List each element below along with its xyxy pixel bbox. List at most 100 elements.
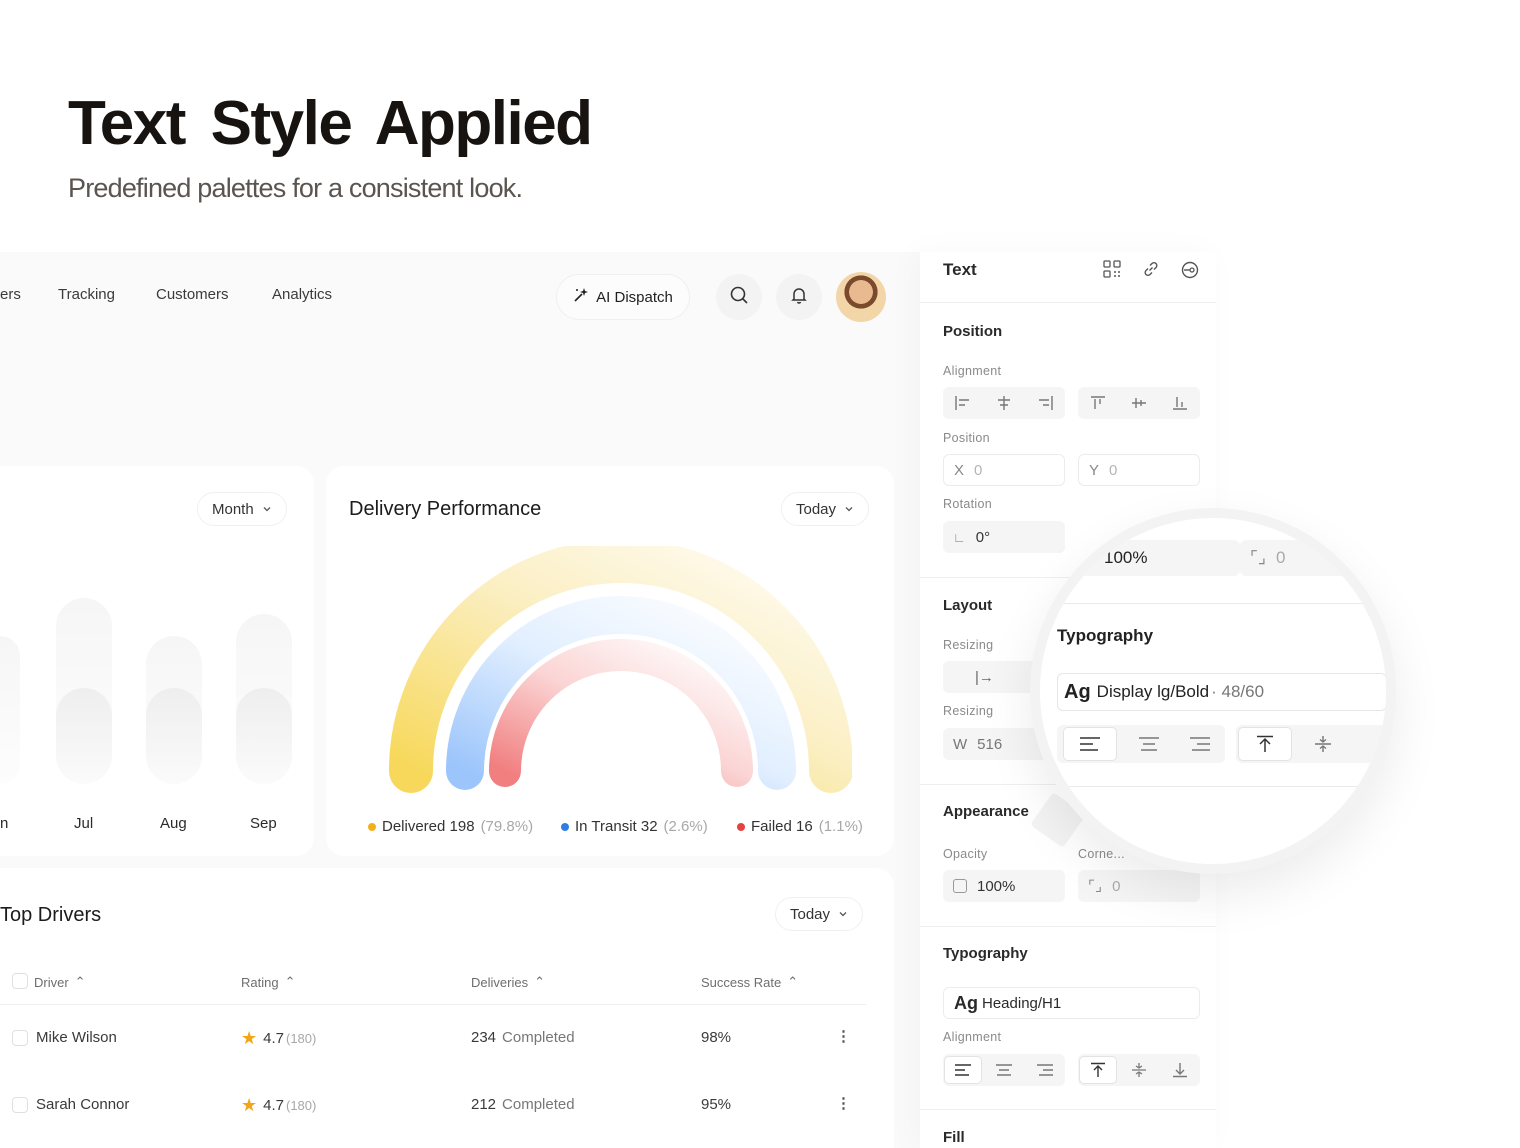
text-style-name: Display lg/Bold bbox=[1096, 682, 1210, 701]
angle-icon: ∟ bbox=[953, 529, 966, 545]
align-right-icon[interactable] bbox=[1026, 389, 1064, 417]
opacity-icon bbox=[1080, 551, 1094, 565]
text-align-center-icon[interactable] bbox=[1130, 730, 1168, 758]
corner-value: 0 bbox=[1275, 548, 1286, 567]
rating-count: (180) bbox=[286, 1030, 317, 1046]
x-field[interactable]: X0 bbox=[943, 454, 1065, 486]
nav-item-customers[interactable]: Customers bbox=[156, 286, 229, 303]
chart-bar bbox=[236, 614, 292, 784]
rating-value: 4.7 bbox=[263, 1029, 284, 1047]
y-field[interactable]: Y0 bbox=[1078, 454, 1200, 486]
month-select[interactable]: Month bbox=[197, 492, 287, 526]
opacity-field[interactable]: 100% bbox=[943, 870, 1065, 902]
panel-title: Text bbox=[943, 260, 977, 279]
w-label: W bbox=[953, 735, 968, 753]
legend-dot bbox=[561, 822, 569, 831]
link-icon[interactable] bbox=[1142, 260, 1160, 283]
nav-item-analytics[interactable]: Analytics bbox=[272, 286, 332, 303]
divider bbox=[920, 1109, 1216, 1110]
magnified-corner-field[interactable]: ⌜⌟ 0 bbox=[1240, 540, 1386, 576]
card-title: Delivery Performance bbox=[349, 498, 542, 520]
legend-pct: (2.6%) bbox=[663, 818, 708, 835]
today-select[interactable]: Today bbox=[781, 492, 870, 526]
text-align-bottom-icon[interactable] bbox=[1161, 1056, 1199, 1084]
text-style-name: Heading/H1 bbox=[982, 994, 1062, 1012]
magnified-text-style-field[interactable]: Ag Display lg/Bold · 48/60 bbox=[1057, 673, 1386, 711]
more-icon[interactable]: ⋮ bbox=[836, 1027, 851, 1045]
section-title-appearance: Appearance bbox=[943, 803, 1029, 820]
x-value: 0 bbox=[974, 461, 983, 479]
sort-icon: ⌃ bbox=[284, 974, 296, 989]
detach-style-icon[interactable] bbox=[1180, 260, 1200, 285]
row-checkbox[interactable] bbox=[12, 1097, 28, 1113]
text-valign-group bbox=[1078, 1054, 1200, 1086]
divider bbox=[1040, 603, 1386, 604]
ai-dispatch-label: AI Dispatch bbox=[596, 288, 673, 306]
text-align-center-icon[interactable] bbox=[985, 1056, 1023, 1084]
horizontal-align-group bbox=[943, 387, 1065, 419]
vertical-align-group bbox=[1078, 387, 1200, 419]
sparkle-icon bbox=[573, 287, 589, 307]
nav-item-tracking[interactable]: Tracking bbox=[58, 286, 115, 303]
driver-name: Mike Wilson bbox=[36, 1029, 117, 1046]
align-middle-icon[interactable] bbox=[1120, 389, 1158, 417]
text-align-top-icon[interactable] bbox=[1238, 727, 1292, 761]
align-left-icon[interactable] bbox=[944, 389, 982, 417]
align-top-icon[interactable] bbox=[1079, 389, 1117, 417]
top-drivers-card bbox=[0, 868, 894, 1148]
column-header-deliveries[interactable]: Deliveries ⌃ bbox=[471, 974, 545, 990]
legend-item-in-transit: In Transit 32 (2.6%) bbox=[561, 818, 708, 835]
column-header-rating[interactable]: Rating ⌃ bbox=[241, 974, 295, 990]
grid-icon[interactable] bbox=[1103, 260, 1121, 283]
corner-label: Corne... bbox=[1078, 847, 1125, 861]
text-align-middle-icon[interactable] bbox=[1120, 1056, 1158, 1084]
text-align-left-icon[interactable] bbox=[944, 1056, 983, 1084]
rotation-field[interactable]: ∟ 0° bbox=[943, 521, 1065, 553]
magnified-opacity-field[interactable]: 100% bbox=[1060, 540, 1240, 576]
deliveries-value: 234 bbox=[471, 1029, 497, 1046]
opacity-label: Opacity bbox=[943, 847, 988, 861]
driver-name: Sarah Connor bbox=[36, 1096, 130, 1113]
text-align-left-icon[interactable] bbox=[1063, 727, 1118, 761]
x-tick-label: Jul bbox=[74, 815, 94, 832]
deliveries-status: Completed bbox=[502, 1029, 575, 1046]
ai-dispatch-button[interactable]: AI Dispatch bbox=[556, 274, 690, 320]
align-center-icon[interactable] bbox=[985, 389, 1023, 417]
corner-field[interactable]: ⌜⌟ 0 bbox=[1078, 870, 1200, 902]
success-rate: 95% bbox=[701, 1096, 732, 1113]
rotation-value: 0° bbox=[975, 528, 991, 546]
divider bbox=[0, 1004, 866, 1005]
section-title-typography: Typography bbox=[943, 945, 1028, 962]
shipments-card: Month bbox=[0, 466, 314, 856]
text-align-middle-icon[interactable] bbox=[1304, 730, 1342, 758]
card-title: Top Drivers bbox=[0, 904, 102, 926]
divider bbox=[1040, 786, 1386, 787]
star-icon: ★ bbox=[241, 1095, 258, 1115]
row-checkbox[interactable] bbox=[12, 1030, 28, 1046]
avatar[interactable] bbox=[836, 272, 886, 322]
more-icon[interactable]: ⋮ bbox=[836, 1094, 851, 1112]
column-header-success-rate[interactable]: Success Rate ⌃ bbox=[701, 974, 798, 990]
align-bottom-icon[interactable] bbox=[1161, 389, 1199, 417]
text-align-right-icon[interactable] bbox=[1181, 730, 1219, 758]
magnified-text-align-group bbox=[1057, 725, 1225, 763]
search-button[interactable] bbox=[716, 274, 762, 320]
select-all-checkbox[interactable] bbox=[12, 973, 28, 989]
rating-count: (180) bbox=[286, 1097, 317, 1113]
text-style-field[interactable]: Ag Heading/H1 bbox=[943, 987, 1200, 1019]
column-header-driver[interactable]: Driver ⌃ bbox=[34, 974, 86, 990]
text-style-size: · 48/60 bbox=[1211, 682, 1265, 701]
text-align-right-icon[interactable] bbox=[1026, 1056, 1064, 1084]
delivery-rainbow-chart bbox=[389, 546, 852, 793]
series-failed-arc bbox=[489, 639, 753, 787]
chevron-down-icon bbox=[262, 501, 272, 518]
chart-bar bbox=[56, 598, 112, 784]
text-align-top-icon[interactable] bbox=[1079, 1056, 1118, 1084]
notifications-button[interactable] bbox=[776, 274, 822, 320]
chevron-down-icon bbox=[838, 906, 848, 923]
corner-value: 0 bbox=[1112, 877, 1121, 895]
today-select[interactable]: Today bbox=[775, 897, 864, 931]
sort-icon: ⌃ bbox=[74, 974, 86, 989]
nav-item-partial[interactable]: ers bbox=[0, 286, 21, 303]
divider bbox=[920, 302, 1216, 303]
